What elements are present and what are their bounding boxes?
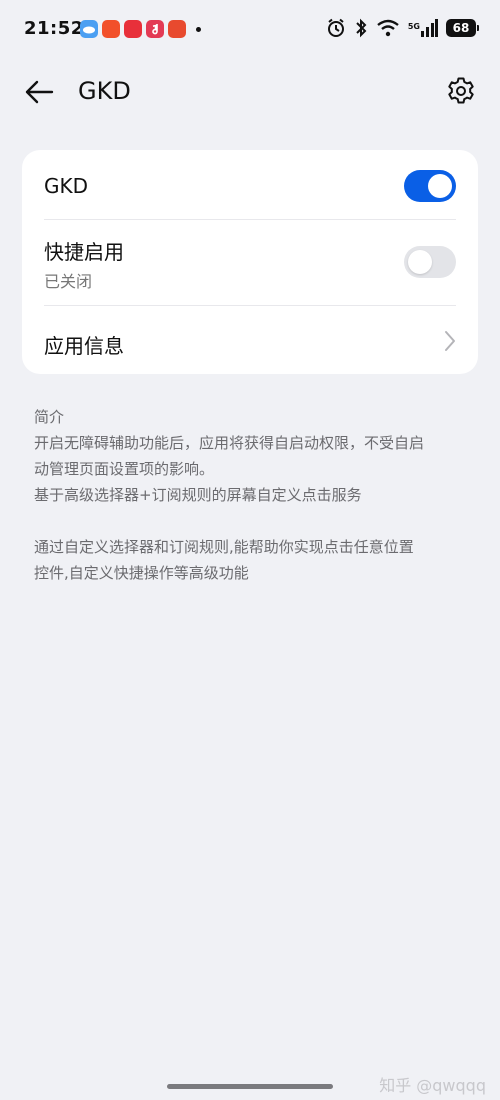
screen: 21:52 5G 68 GKD GKD 快捷启用 已关闭 应用信息 简介 开启无… [0,0,500,1100]
quick-enable-status: 已关闭 [44,272,93,291]
more-notifications-dot [196,26,201,32]
home-indicator[interactable] [167,1084,333,1089]
app-icon [102,20,120,38]
status-time: 21:52 [24,18,84,39]
network-type-label: 5G [407,22,420,31]
watermark: 知乎 @qwqqq [379,1076,486,1095]
header: GKD [0,62,500,122]
gkd-toggle-row[interactable]: GKD [22,150,478,220]
gear-icon [448,77,474,104]
intro-heading: 简介 [34,408,65,426]
signal-icon: 5G [408,19,438,37]
settings-button[interactable] [444,74,478,108]
system-icons: 5G 68 [326,18,479,38]
xiaohongshu-icon [124,20,142,38]
notification-icons [80,20,201,38]
bluetooth-icon [354,18,368,38]
intro-text-line: 基于高级选择器+订阅规则的屏幕自定义点击服务 [34,486,362,504]
intro-text-line: 动管理页面设置项的影响。 [34,460,215,478]
battery-icon: 68 [446,19,479,37]
gkd-toggle-switch[interactable] [404,170,456,202]
intro-section: 简介 开启无障碍辅助功能后，应用将获得自启动权限，不受自启 动管理页面设置项的影… [34,404,474,586]
page-title: GKD [78,77,131,105]
quick-enable-toggle-switch[interactable] [404,246,456,278]
back-arrow-icon [25,80,54,104]
settings-card: GKD 快捷启用 已关闭 应用信息 [22,150,478,374]
status-bar: 21:52 5G 68 [0,0,500,60]
quick-enable-label: 快捷启用 [44,240,124,264]
intro-text-line: 控件,自定义快捷操作等高级功能 [34,564,249,582]
intro-text-line: 开启无障碍辅助功能后，应用将获得自启动权限，不受自启 [34,434,425,452]
quick-enable-row[interactable]: 快捷启用 已关闭 [22,220,478,306]
wifi-icon [376,19,400,37]
gkd-toggle-label: GKD [44,174,89,198]
chevron-right-icon [445,331,455,351]
alarm-icon [326,18,346,38]
music-icon [146,20,164,38]
toggle-knob [408,250,432,274]
game-icon [168,20,186,38]
app-info-label: 应用信息 [44,334,124,358]
app-info-row[interactable]: 应用信息 [22,306,478,374]
battery-level: 68 [452,21,470,35]
weather-icon [80,20,98,38]
intro-text-line: 通过自定义选择器和订阅规则,能帮助你实现点击任意位置 [34,538,414,556]
toggle-knob [428,174,452,198]
back-button[interactable] [22,76,56,108]
